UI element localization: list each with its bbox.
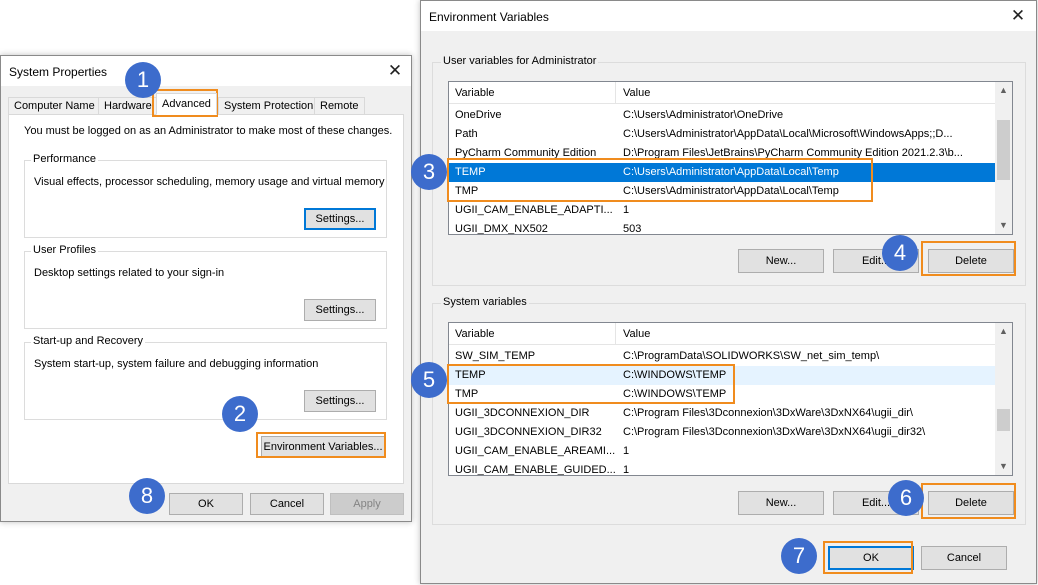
column-value[interactable]: Value (623, 87, 650, 99)
performance-settings-button[interactable]: Settings... (304, 208, 376, 230)
title-bar[interactable]: System Properties ✕ (1, 56, 411, 86)
close-icon[interactable]: ✕ (383, 60, 407, 82)
step-badge-2: 2 (222, 396, 258, 432)
window-title: Environment Variables (429, 10, 549, 24)
step-badge-8: 8 (129, 478, 165, 514)
column-variable[interactable]: Variable (455, 87, 495, 99)
step-badge-5: 5 (411, 362, 447, 398)
user-new-button[interactable]: New... (738, 249, 824, 273)
scroll-down-icon[interactable]: ▼ (995, 217, 1012, 234)
step-badge-6: 6 (888, 480, 924, 516)
highlight-user-temp-tmp (447, 158, 873, 202)
table-row[interactable]: OneDrive C:\Users\Administrator\OneDrive (449, 106, 997, 125)
scroll-up-icon[interactable]: ▲ (995, 82, 1012, 99)
cell-value: 1 (623, 445, 630, 457)
column-value[interactable]: Value (623, 328, 650, 340)
table-row[interactable]: Path C:\Users\Administrator\AppData\Local… (449, 125, 997, 144)
cell-value: C:\Program Files\3Dconnexion\3DxWare\3Dx… (623, 407, 913, 419)
startup-settings-button[interactable]: Settings... (304, 390, 376, 412)
highlight-system-temp-tmp (447, 364, 735, 404)
cell-variable: UGII_DMX_NX502 (455, 223, 548, 235)
step-badge-4: 4 (882, 235, 918, 271)
startup-recovery-group: Start-up and Recovery System start-up, s… (24, 335, 387, 420)
performance-desc: Visual effects, processor scheduling, me… (34, 176, 385, 188)
scroll-thumb[interactable] (997, 120, 1010, 180)
user-profiles-label: User Profiles (31, 244, 98, 256)
tab-system-protection[interactable]: System Protection (218, 97, 320, 115)
startup-recovery-label: Start-up and Recovery (31, 335, 146, 347)
table-row[interactable]: UGII_CAM_ENABLE_GUIDED... 1 (449, 461, 997, 476)
step-badge-3: 3 (411, 154, 447, 190)
cell-value: 1 (623, 204, 630, 216)
tab-remote[interactable]: Remote (314, 97, 365, 115)
cell-variable: Path (455, 128, 478, 140)
cell-variable: UGII_CAM_ENABLE_GUIDED... (455, 464, 615, 476)
advanced-tab-panel: You must be logged on as an Administrato… (8, 114, 404, 484)
admin-note: You must be logged on as an Administrato… (24, 125, 393, 137)
apply-button[interactable]: Apply (330, 493, 404, 515)
cell-value: C:\Users\Administrator\AppData\Local\Mic… (623, 128, 953, 140)
system-new-button[interactable]: New... (738, 491, 824, 515)
highlight-ok-button (823, 541, 913, 574)
ok-button[interactable]: OK (169, 493, 243, 515)
cell-value: 1 (623, 464, 630, 476)
scroll-down-icon[interactable]: ▼ (995, 458, 1012, 475)
list-header: Variable Value (449, 82, 1012, 104)
cell-variable: UGII_CAM_ENABLE_ADAPTI... (455, 204, 613, 216)
cell-variable: UGII_3DCONNEXION_DIR (455, 407, 590, 419)
cell-variable: OneDrive (455, 109, 502, 121)
system-variables-label: System variables (441, 296, 529, 308)
vertical-scrollbar[interactable]: ▲ ▼ (995, 82, 1012, 234)
table-row[interactable]: UGII_3DCONNEXION_DIR32 C:\Program Files\3… (449, 423, 997, 442)
vertical-scrollbar[interactable]: ▲ ▼ (995, 323, 1012, 475)
table-row[interactable]: UGII_DMX_NX502 503 (449, 220, 997, 235)
cancel-button[interactable]: Cancel (921, 546, 1007, 570)
highlight-user-delete (921, 241, 1016, 276)
cell-variable: UGII_3DCONNEXION_DIR32 (455, 426, 602, 438)
window-title: System Properties (9, 65, 108, 79)
highlight-system-delete (921, 483, 1016, 519)
scroll-up-icon[interactable]: ▲ (995, 323, 1012, 340)
user-profiles-settings-button[interactable]: Settings... (304, 299, 376, 321)
cell-value: 503 (623, 223, 642, 235)
highlight-environment-variables-button (256, 432, 386, 458)
title-bar[interactable]: Environment Variables ✕ (421, 1, 1036, 31)
user-profiles-desc: Desktop settings related to your sign-in (34, 267, 225, 279)
cell-value: C:\Users\Administrator\OneDrive (623, 109, 784, 121)
column-variable[interactable]: Variable (455, 328, 495, 340)
table-row[interactable]: UGII_CAM_ENABLE_ADAPTI... 1 (449, 201, 997, 220)
list-header: Variable Value (449, 323, 1012, 345)
tab-advanced[interactable]: Advanced (156, 93, 217, 115)
tab-computer-name[interactable]: Computer Name (8, 97, 101, 115)
scroll-thumb[interactable] (997, 409, 1010, 431)
cell-variable: UGII_CAM_ENABLE_AREAMI... (455, 445, 615, 457)
table-row[interactable]: UGII_3DCONNEXION_DIR C:\Program Files\3Dc… (449, 404, 997, 423)
cell-value: C:\Program Files\3Dconnexion\3DxWare\3Dx… (623, 426, 926, 438)
close-icon[interactable]: ✕ (1006, 5, 1030, 27)
user-variables-label: User variables for Administrator (441, 55, 599, 67)
user-profiles-group: User Profiles Desktop settings related t… (24, 244, 387, 329)
step-badge-7: 7 (781, 538, 817, 574)
cancel-button[interactable]: Cancel (250, 493, 324, 515)
startup-recovery-desc: System start-up, system failure and debu… (34, 358, 319, 370)
performance-group: Performance Visual effects, processor sc… (24, 153, 387, 238)
performance-label: Performance (31, 153, 98, 165)
table-row[interactable]: UGII_CAM_ENABLE_AREAMI... 1 (449, 442, 997, 461)
tab-hardware[interactable]: Hardware (98, 97, 158, 115)
